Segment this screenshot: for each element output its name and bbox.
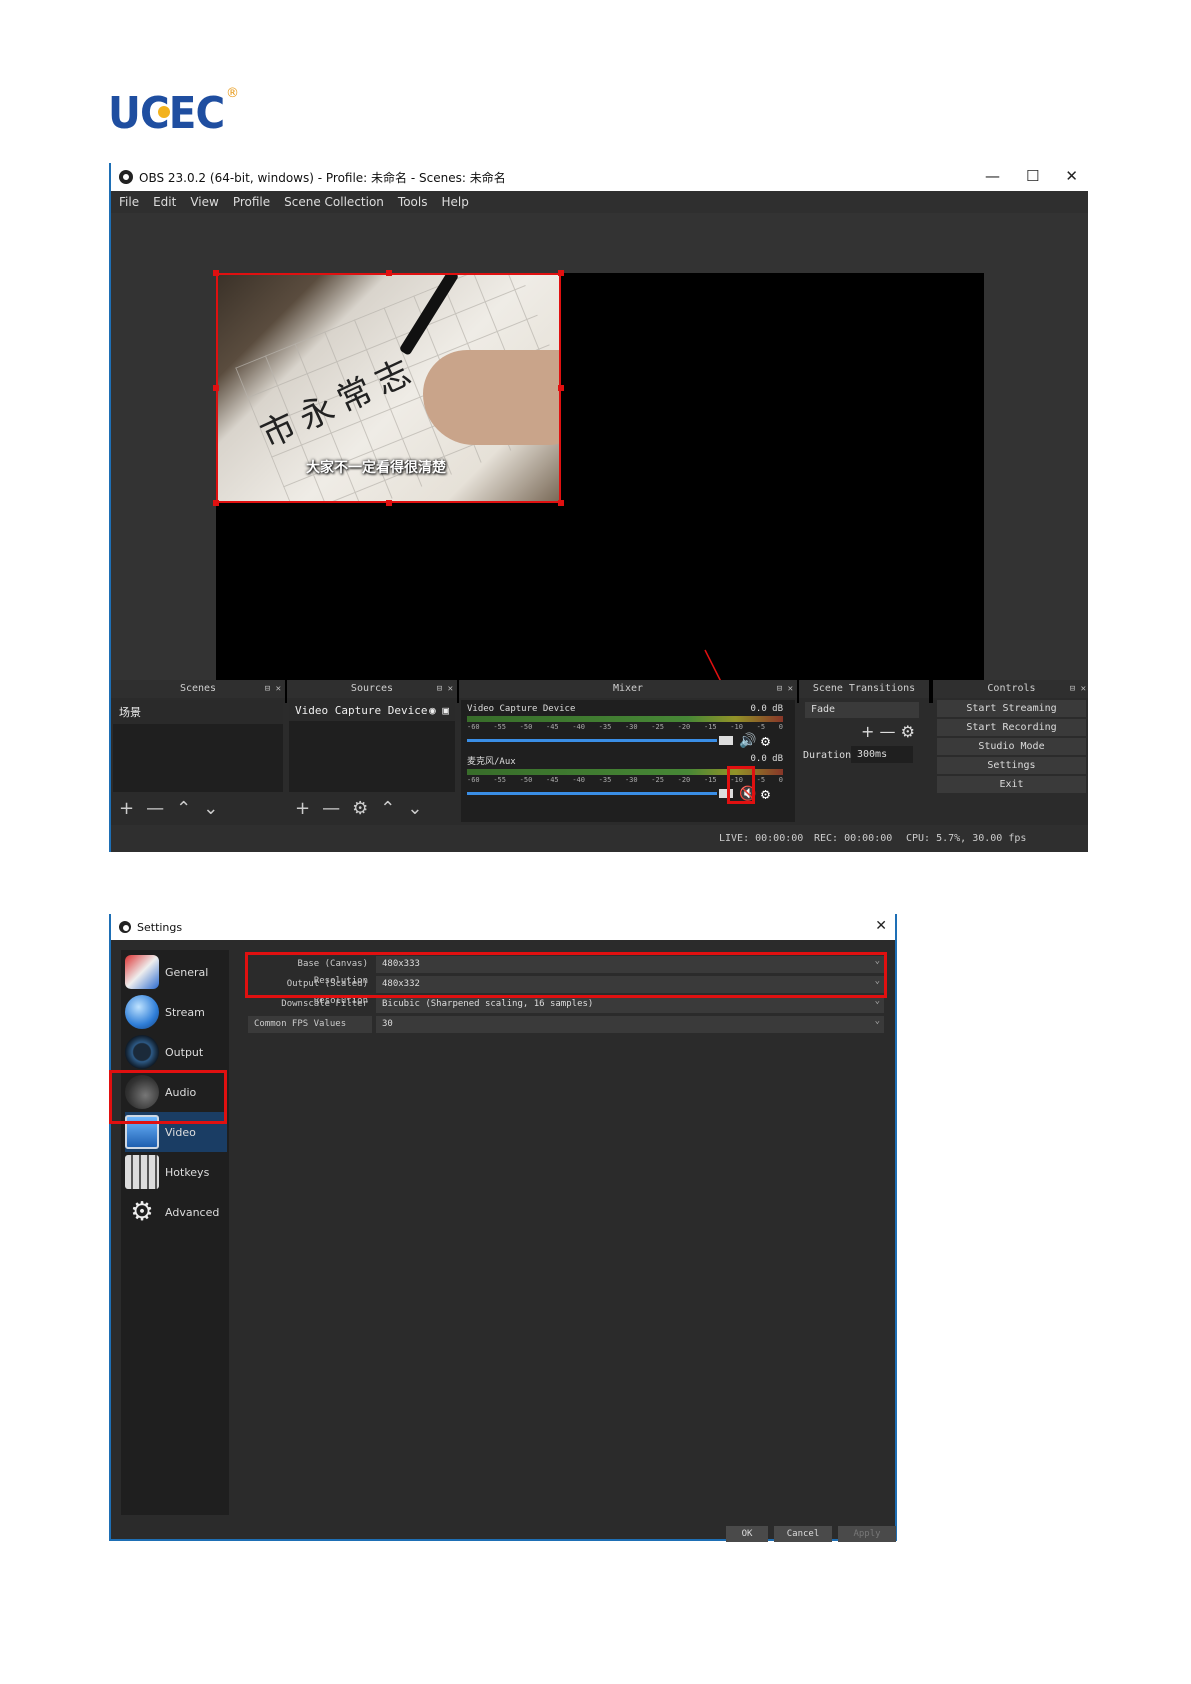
remove-icon[interactable]: — (322, 798, 340, 819)
sidebar-item-output[interactable]: Output (125, 1032, 227, 1072)
exit-button[interactable]: Exit (937, 776, 1086, 793)
downscale-filter-label: Downscale Filter (281, 999, 368, 1009)
downscale-filter-field[interactable]: Bicubic (Sharpened scaling, 16 samples) (376, 993, 884, 1013)
add-icon[interactable]: + (119, 798, 134, 819)
move-down-icon[interactable]: ⌄ (203, 798, 218, 819)
output-icon (125, 1035, 159, 1069)
globe-icon (125, 995, 159, 1029)
add-icon[interactable]: + (861, 722, 874, 741)
settings-sidebar: General Stream Output Audio Video Hotkey… (121, 950, 229, 1515)
settings-window: Settings ✕ General Stream Output Audio V… (109, 914, 897, 1541)
duration-label: Duration (803, 750, 852, 761)
settings-title-bar: Settings ✕ (111, 914, 895, 940)
registered-mark: ® (226, 86, 239, 101)
speaker-icon[interactable]: 🔊 (739, 733, 756, 749)
start-streaming-button[interactable]: Start Streaming (937, 700, 1086, 717)
dock-controls-icon[interactable]: ⊟ ✕ (437, 680, 453, 698)
studio-mode-button[interactable]: Studio Mode (937, 738, 1086, 755)
sources-title: Sources (350, 683, 394, 694)
move-down-icon[interactable]: ⌄ (407, 798, 422, 819)
video-highlight-box (109, 1070, 227, 1124)
move-up-icon[interactable]: ⌃ (176, 798, 191, 819)
gear-icon[interactable]: ⚙ (761, 732, 770, 750)
ucec-logo: UCEC ® (108, 86, 239, 136)
resolution-highlight-box (245, 952, 887, 998)
sidebar-item-advanced[interactable]: ⚙ Advanced (125, 1192, 227, 1232)
keyboard-icon (125, 1155, 159, 1189)
mixer-dock: Mixer ⊟ ✕ Video Capture Device 0.0 dB -60… (459, 680, 797, 825)
sources-list: Video Capture Device ◉ ▣ (289, 700, 455, 792)
mute-highlight-box (727, 766, 755, 804)
volume-slider[interactable]: 🔊 ⚙ (467, 732, 783, 750)
downscale-filter-row: Downscale Filter Bicubic (Sharpened scal… (248, 993, 884, 1013)
scene-item-label: 场景 (119, 706, 141, 719)
transition-buttons: + — ⚙ (861, 722, 915, 741)
logo-dot (158, 106, 170, 118)
meter-ticks: -60 -55 -50 -45 -40 -35 -30 -25 -20 -15 -10 -5 0 (467, 723, 783, 731)
sidebar-item-stream[interactable]: Stream (125, 992, 227, 1032)
start-recording-button[interactable]: Start Recording (937, 719, 1086, 736)
gears-icon: ⚙ (130, 1197, 154, 1227)
move-up-icon[interactable]: ⌃ (380, 798, 395, 819)
transitions-title: Scene Transitions (812, 683, 916, 694)
channel-db: 0.0 dB (750, 704, 783, 714)
source-item-label: Video Capture Device (295, 704, 428, 717)
sidebar-item-general[interactable]: General (125, 952, 227, 992)
cpu-status: CPU: 5.7%, 30.00 fps (906, 833, 1027, 844)
live-status: LIVE: 00:00:00 (719, 833, 804, 844)
remove-icon[interactable]: — (880, 722, 896, 741)
close-button[interactable]: ✕ (875, 918, 887, 934)
scenes-title: Scenes (179, 683, 217, 694)
duration-field[interactable]: 300ms (851, 746, 913, 763)
scenes-dock: Scenes ⊟ ✕ 场景 + — ⌃ ⌄ (111, 680, 285, 825)
dock-area: Scenes ⊟ ✕ 场景 + — ⌃ ⌄ Sources ⊟ ✕ Video Capt… (111, 680, 1088, 825)
rec-status: REC: 00:00:00 (814, 833, 893, 844)
controls-title: Controls (987, 683, 1036, 694)
mixer-body: Video Capture Device 0.0 dB -60 -55 -50 -45… (461, 700, 795, 822)
fps-value-field[interactable]: 30 (376, 1013, 884, 1033)
sidebar-item-hotkeys[interactable]: Hotkeys (125, 1152, 227, 1192)
dock-controls-icon[interactable]: ⊟ ✕ (1070, 680, 1086, 698)
fps-type-select[interactable]: Common FPS Values (248, 1016, 372, 1033)
scene-item[interactable]: 场景 (113, 700, 283, 724)
obs-main-window: OBS 23.0.2 (64-bit, windows) - Profile: … (109, 163, 1088, 852)
dock-controls-icon[interactable]: ⊟ ✕ (777, 680, 793, 698)
controls-dock: Controls ⊟ ✕ Start Streaming Start Record… (933, 680, 1088, 825)
apply-button[interactable]: Apply (838, 1526, 896, 1542)
general-icon (125, 955, 159, 989)
remove-icon[interactable]: — (146, 798, 164, 819)
scene-transitions-dock: Scene Transitions Fade + — ⚙ Duration 30… (799, 680, 929, 825)
transition-select[interactable]: Fade (805, 702, 919, 718)
settings-button[interactable]: Settings (937, 757, 1086, 774)
visibility-eye-icon[interactable]: ◉ ▣ (429, 704, 449, 717)
gear-icon[interactable]: ⚙ (352, 798, 368, 819)
obs-logo-icon (119, 921, 131, 933)
gear-icon[interactable]: ⚙ (761, 785, 770, 803)
dock-controls-icon[interactable]: ⊟ ✕ (265, 680, 281, 698)
mixer-channel: Video Capture Device 0.0 dB -60 -55 -50 -45… (467, 704, 783, 750)
gear-icon[interactable]: ⚙ (901, 722, 915, 741)
scenes-list: 场景 (113, 700, 283, 792)
cancel-button[interactable]: Cancel (774, 1526, 832, 1542)
fps-row: Common FPS Values 30 (248, 1013, 884, 1033)
add-icon[interactable]: + (295, 798, 310, 819)
settings-title: Settings (137, 920, 183, 934)
mixer-title: Mixer (612, 683, 644, 694)
channel-name: Video Capture Device (467, 704, 576, 714)
slider-knob[interactable] (719, 736, 733, 745)
status-bar: LIVE: 00:00:00 REC: 00:00:00 CPU: 5.7%, … (111, 825, 1088, 852)
channel-name: 麦克风/Aux (467, 757, 516, 767)
source-item[interactable]: Video Capture Device ◉ ▣ (289, 700, 455, 721)
volume-meter (467, 716, 783, 722)
sources-dock: Sources ⊟ ✕ Video Capture Device ◉ ▣ + — ⚙ … (287, 680, 457, 825)
channel-db: 0.0 dB (750, 754, 783, 764)
ok-button[interactable]: OK (726, 1526, 768, 1542)
